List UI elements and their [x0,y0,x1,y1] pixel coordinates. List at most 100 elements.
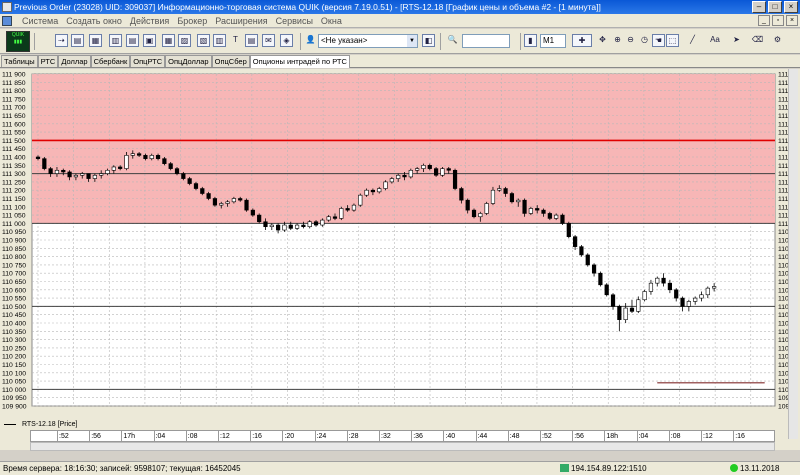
time-tick-label: :16 [250,431,262,442]
menu-windows[interactable]: Окна [317,16,346,26]
account-info-icon[interactable]: ◧ [422,34,435,47]
candle-body [579,246,584,256]
candle-body [92,174,97,179]
y-tick-label-right: 110 000 [778,387,788,394]
tab-opt-rts[interactable]: ОпцРТС [130,55,166,67]
y-tick-label-left: 110 000 [2,387,26,394]
arrow-icon[interactable]: ⇢ [55,34,68,47]
quotes-icon[interactable]: ▤ [126,34,139,47]
tab-rts[interactable]: РТС [37,55,59,67]
settings-icon[interactable]: ⚙ [771,34,784,47]
y-tick-label-left: 110 100 [2,370,26,377]
candle-body [174,168,180,174]
minimize-button[interactable]: – [752,1,766,13]
vertical-scrollbar[interactable] [788,69,798,439]
table-icon[interactable]: ▥ [109,34,122,47]
messages-icon[interactable]: ✉ [262,34,275,47]
candle-body [497,188,502,191]
positions-icon[interactable]: ▥ [213,34,226,47]
tab-tables[interactable]: Таблицы [1,55,38,67]
hand-tool-icon[interactable]: ☚ [652,34,665,47]
candle-body [118,166,123,169]
y-tick-label-left: 111 450 [2,146,26,153]
y-tick-label-left: 110 150 [2,362,26,369]
eraser-icon[interactable]: ⌫ [751,34,764,47]
zoom-out-icon[interactable]: ⊖ [624,34,637,47]
y-tick-label-right: 110 350 [778,329,788,336]
text-tool-icon[interactable]: Aa [706,34,724,47]
menu-actions[interactable]: Действия [126,16,173,26]
time-tick-label: :16 [733,431,745,442]
menu-services[interactable]: Сервисы [272,16,317,26]
y-tick-label-right: 111 000 [778,221,788,228]
tab-dollar[interactable]: Доллар [58,55,91,67]
orders-icon[interactable]: ▦ [162,34,175,47]
menu-extensions[interactable]: Расширения [211,16,271,26]
horizontal-scrollbar[interactable] [30,442,775,451]
time-tick-label: :36 [411,431,423,442]
candle-body [231,198,236,203]
mdi-close-button[interactable]: × [786,15,798,26]
candle-body [415,168,420,171]
candle-body [301,224,306,228]
menu-broker[interactable]: Брокер [173,16,211,26]
candle-body [541,209,546,214]
time-tick-label: :04 [153,431,166,442]
price-chart-panel[interactable]: 109 900109 900109 950109 950110 000110 0… [0,69,800,451]
account-select[interactable]: <Не указан> ▼ [318,34,418,48]
maximize-button[interactable]: □ [768,1,782,13]
quik-window: Previous Order (23028) UID: 309037] Инфо… [0,0,800,475]
chart-order-icon[interactable]: ▤ [71,34,84,47]
trades-icon[interactable]: ▣ [143,34,156,47]
y-tick-label-right: 111 200 [778,188,788,195]
candle-body [617,306,622,320]
y-tick-label-left: 110 850 [2,246,26,253]
candle-body [73,174,79,178]
select-tool-icon[interactable]: ⬚ [666,34,679,47]
interval-select[interactable]: M1 [540,34,566,48]
y-tick-label-left: 109 900 [2,404,27,411]
move-icon[interactable]: ✥ [596,34,609,47]
candle-body [648,282,654,292]
stop-orders-icon[interactable]: ▨ [178,34,191,47]
menu-system[interactable]: Система [18,16,62,26]
candle-body [35,156,41,159]
document-icon[interactable] [2,15,12,26]
chevron-down-icon[interactable]: ▼ [407,35,417,47]
candle-body [200,188,205,194]
limits-icon[interactable]: ▧ [197,34,210,47]
tab-intraday-options-rts[interactable]: Опционы интрадей по РТС [249,55,350,68]
close-button[interactable]: × [784,1,798,13]
menu-bar: Система Создать окно Действия Брокер Рас… [0,14,800,28]
news-icon[interactable]: ▤ [245,34,258,47]
candle-body [674,289,679,299]
y-tick-label-right: 110 100 [778,370,788,377]
candle-body [48,168,53,174]
tab-sberbank[interactable]: Сбербанк [90,55,131,67]
title-bar: Previous Order (23028) UID: 309037] Инфо… [0,0,800,14]
text-icon[interactable]: T [229,34,242,47]
y-tick-label-left: 110 800 [2,254,26,261]
portfolio-icon[interactable]: ▦ [89,34,102,47]
pointer-tool-icon[interactable]: ➤ [730,34,743,47]
menu-create-window[interactable]: Создать окно [62,16,126,26]
search-input[interactable] [462,34,510,48]
candle-body [80,173,85,176]
zoom-in-icon[interactable]: ⊕ [611,34,624,47]
price-chart[interactable]: 109 900109 900109 950109 950110 000110 0… [0,69,788,419]
mdi-minimize-button[interactable]: _ [758,15,770,26]
y-tick-label-left: 111 100 [2,204,26,211]
history-icon[interactable]: ◷ [638,34,651,47]
mdi-restore-button[interactable]: ▫ [772,15,784,26]
tab-opt-dollar[interactable]: ОпцДоллар [165,55,212,67]
line-tool-icon[interactable]: ╱ [686,34,699,47]
search-icon[interactable]: 🔍 [446,34,459,47]
tab-opt-sber[interactable]: ОпцСбер [211,55,250,67]
chart-type-icon[interactable]: ▮ [524,34,537,47]
y-tick-label-right: 111 350 [778,163,788,170]
candle-body [699,294,704,299]
y-tick-label-right: 109 950 [778,395,788,402]
alerts-icon[interactable]: ◈ [280,34,293,47]
crosshair-icon[interactable]: ✚ [572,34,592,47]
quik-logo-icon[interactable]: QUIK ▮▮▮ [6,31,30,52]
